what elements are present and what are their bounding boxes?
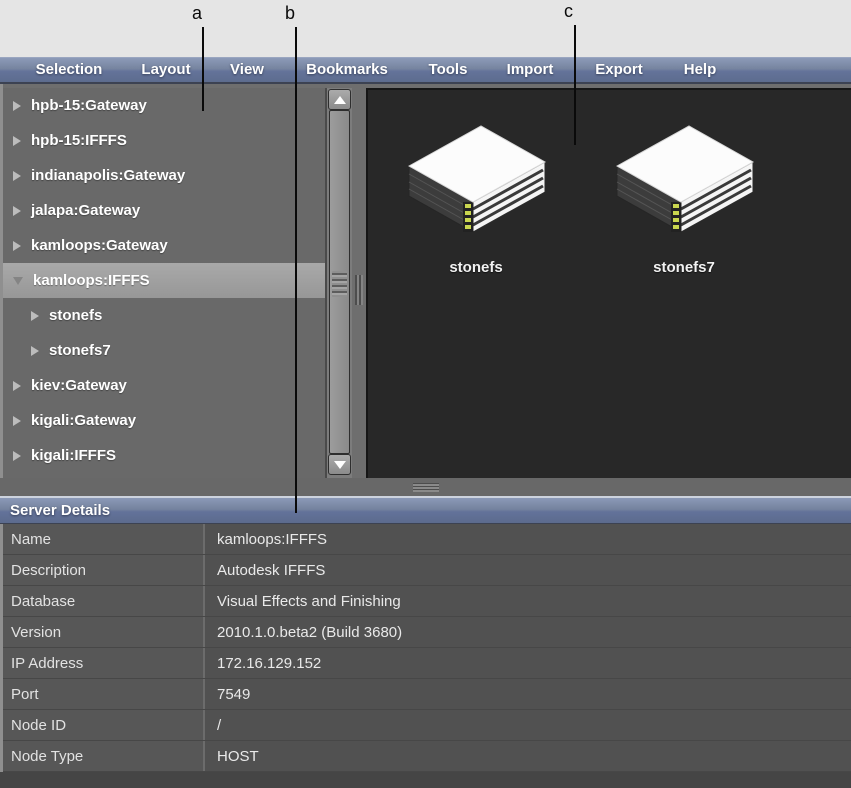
detail-row-node-type: Node Type HOST xyxy=(3,741,851,772)
annotation-line-a xyxy=(202,27,204,111)
server-tree-panel: hpb-15:Gateway hpb-15:IFFFS indianapolis… xyxy=(0,84,352,478)
detail-row-port: Port 7549 xyxy=(3,679,851,710)
detail-value: / xyxy=(205,710,851,740)
tree-item-label: hpb-15:IFFFS xyxy=(31,132,127,149)
bottom-strip xyxy=(0,772,851,788)
tree-item-kamloops-gateway[interactable]: kamloops:Gateway xyxy=(3,228,328,263)
tree-item-kamloops-ifffs-selected[interactable]: kamloops:IFFFS xyxy=(3,263,328,298)
tree-item-kigali-ifffs[interactable]: kigali:IFFFS xyxy=(3,438,328,473)
tree-item-label: kigali:Gateway xyxy=(31,412,136,429)
tree-item-label: kamloops:Gateway xyxy=(31,237,168,254)
detail-label: Port xyxy=(3,679,205,709)
server-icons-panel: stonefs xyxy=(366,88,851,478)
annotation-label-b: b xyxy=(285,3,295,24)
expander-collapsed-icon[interactable] xyxy=(13,451,21,461)
detail-value: HOST xyxy=(205,741,851,771)
detail-value: 7549 xyxy=(205,679,851,709)
server-label: stonefs xyxy=(396,259,556,276)
server-item-stonefs7[interactable]: stonefs7 xyxy=(604,118,764,276)
expander-collapsed-icon[interactable] xyxy=(13,416,21,426)
detail-row-version: Version 2010.1.0.beta2 (Build 3680) xyxy=(3,617,851,648)
detail-label: Name xyxy=(3,524,205,554)
arrow-down-icon xyxy=(334,461,346,469)
tree-item-hpb-15-gateway[interactable]: hpb-15:Gateway xyxy=(3,88,328,123)
scrollbar-thumb[interactable] xyxy=(329,110,350,454)
menu-item-import[interactable]: Import xyxy=(507,61,554,78)
expander-collapsed-icon[interactable] xyxy=(13,206,21,216)
menu-item-layout[interactable]: Layout xyxy=(141,61,190,78)
tree-item-label: indianapolis:Gateway xyxy=(31,167,185,184)
scrollbar-grip-icon xyxy=(332,271,347,297)
server-details-header: Server Details xyxy=(0,496,851,524)
tree-item-label: kamloops:IFFFS xyxy=(33,272,150,289)
detail-value: 2010.1.0.beta2 (Build 3680) xyxy=(205,617,851,647)
scroll-up-button[interactable] xyxy=(328,89,351,110)
detail-label: Database xyxy=(3,586,205,616)
expander-collapsed-icon[interactable] xyxy=(13,241,21,251)
annotation-line-b xyxy=(295,27,297,513)
menu-bar: Selection Layout View Bookmarks Tools Im… xyxy=(0,57,851,84)
expander-collapsed-icon[interactable] xyxy=(13,171,21,181)
detail-label: Description xyxy=(3,555,205,585)
menu-item-export[interactable]: Export xyxy=(595,61,643,78)
scrollbar-track[interactable] xyxy=(328,110,351,454)
expander-expanded-icon[interactable] xyxy=(13,277,23,285)
tree-item-jalapa-gateway[interactable]: jalapa:Gateway xyxy=(3,193,328,228)
detail-value: Autodesk IFFFS xyxy=(205,555,851,585)
expander-collapsed-icon[interactable] xyxy=(31,346,39,356)
detail-label: Version xyxy=(3,617,205,647)
menu-item-bookmarks[interactable]: Bookmarks xyxy=(306,61,388,78)
tree-item-stonefs[interactable]: stonefs xyxy=(3,298,328,333)
expander-collapsed-icon[interactable] xyxy=(13,136,21,146)
annotation-label-a: a xyxy=(192,3,202,24)
expander-collapsed-icon[interactable] xyxy=(13,101,21,111)
horizontal-splitter[interactable] xyxy=(0,478,851,496)
tree-item-kigali-gateway[interactable]: kigali:Gateway xyxy=(3,403,328,438)
tree-item-label: kiev:Gateway xyxy=(31,377,127,394)
scroll-down-button[interactable] xyxy=(328,454,351,475)
annotation-label-c: c xyxy=(564,1,573,22)
tree-item-label: hpb-15:Gateway xyxy=(31,97,147,114)
detail-value: Visual Effects and Finishing xyxy=(205,586,851,616)
vertical-splitter[interactable] xyxy=(352,84,366,478)
server-tree-list: hpb-15:Gateway hpb-15:IFFFS indianapolis… xyxy=(3,88,328,478)
detail-row-name: Name kamloops:IFFFS xyxy=(3,524,851,555)
tree-item-indianapolis-gateway[interactable]: indianapolis:Gateway xyxy=(3,158,328,193)
splitter-grip-icon xyxy=(413,483,439,492)
tree-item-label: stonefs xyxy=(49,307,102,324)
server-details-title: Server Details xyxy=(10,502,110,519)
main-area: hpb-15:Gateway hpb-15:IFFFS indianapolis… xyxy=(0,84,851,478)
detail-label: IP Address xyxy=(3,648,205,678)
screenshot-root: a b c Selection Layout View Bookmarks To… xyxy=(0,0,851,788)
detail-label: Node ID xyxy=(3,710,205,740)
splitter-grip-icon xyxy=(355,275,363,305)
storage-server-icon xyxy=(401,118,551,240)
tree-item-stonefs7[interactable]: stonefs7 xyxy=(3,333,328,368)
annotation-line-c xyxy=(574,25,576,145)
detail-row-description: Description Autodesk IFFFS xyxy=(3,555,851,586)
tree-item-kiev-gateway[interactable]: kiev:Gateway xyxy=(3,368,328,403)
detail-label: Node Type xyxy=(3,741,205,771)
menu-item-view[interactable]: View xyxy=(230,61,264,78)
detail-row-ip-address: IP Address 172.16.129.152 xyxy=(3,648,851,679)
expander-collapsed-icon[interactable] xyxy=(31,311,39,321)
tree-scrollbar[interactable] xyxy=(325,88,352,478)
expander-collapsed-icon[interactable] xyxy=(13,381,21,391)
tree-item-label: stonefs7 xyxy=(49,342,111,359)
storage-server-icon xyxy=(609,118,759,240)
server-details-table: Name kamloops:IFFFS Description Autodesk… xyxy=(0,524,851,772)
arrow-up-icon xyxy=(334,96,346,104)
menu-item-help[interactable]: Help xyxy=(684,61,717,78)
tree-item-label: jalapa:Gateway xyxy=(31,202,140,219)
server-item-stonefs[interactable]: stonefs xyxy=(396,118,556,276)
detail-value: 172.16.129.152 xyxy=(205,648,851,678)
detail-row-database: Database Visual Effects and Finishing xyxy=(3,586,851,617)
detail-row-node-id: Node ID / xyxy=(3,710,851,741)
tree-item-label: kigali:IFFFS xyxy=(31,447,116,464)
menu-item-selection[interactable]: Selection xyxy=(36,61,103,78)
server-label: stonefs7 xyxy=(604,259,764,276)
menu-item-tools[interactable]: Tools xyxy=(429,61,468,78)
detail-value: kamloops:IFFFS xyxy=(205,524,851,554)
tree-item-hpb-15-ifffs[interactable]: hpb-15:IFFFS xyxy=(3,123,328,158)
